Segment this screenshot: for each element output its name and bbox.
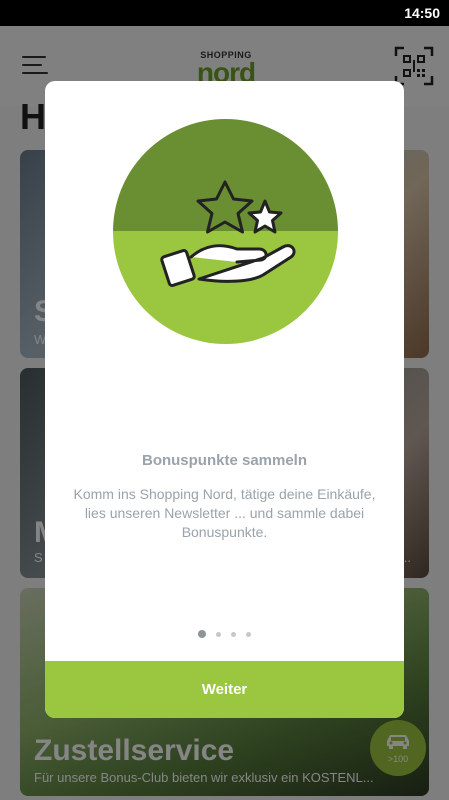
onboarding-dialog: Bonuspunkte sammeln Komm ins Shopping No… (45, 81, 404, 718)
dialog-title: Bonuspunkte sammeln (141, 452, 308, 469)
status-bar: 14:50 (0, 0, 449, 26)
next-button[interactable]: Weiter (45, 661, 404, 718)
pager-dot[interactable] (231, 631, 236, 637)
pager-dot-active[interactable] (198, 630, 206, 638)
pager-dot[interactable] (216, 631, 221, 637)
hand-with-stars-icon (113, 119, 338, 344)
dialog-text: Komm ins Shopping Nord, tätige deine Ein… (73, 486, 376, 540)
pager-dots (45, 630, 404, 638)
pager-dot[interactable] (246, 631, 251, 637)
status-time: 14:50 (404, 5, 440, 21)
